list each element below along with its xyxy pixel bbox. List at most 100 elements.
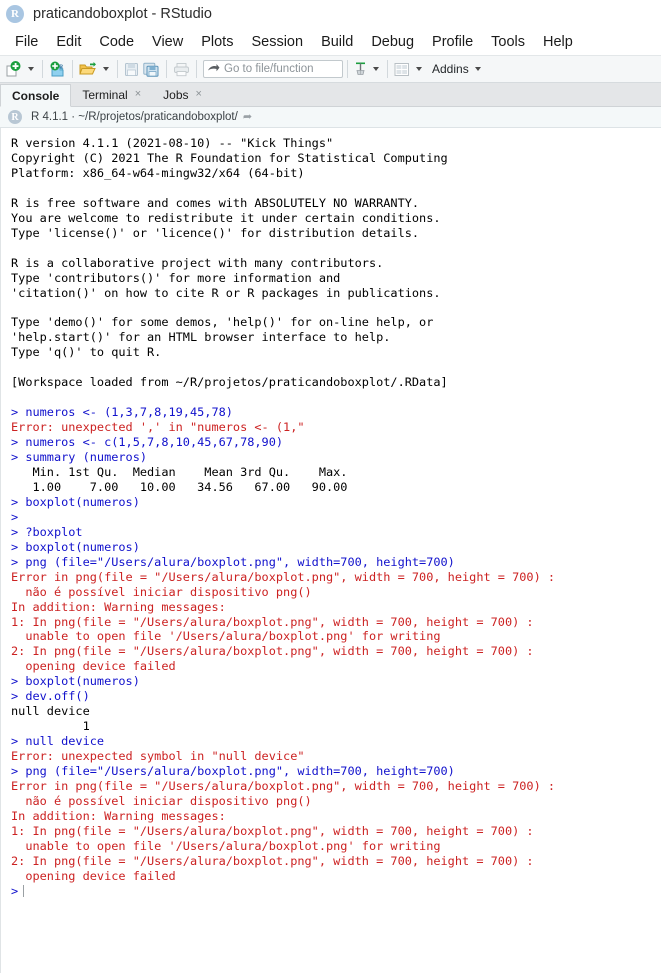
menu-item-file[interactable]: File	[6, 32, 47, 52]
printer-icon	[174, 62, 189, 76]
window-title: praticandoboxplot - RStudio	[33, 6, 212, 22]
console-line: Platform: x86_64-w64-mingw32/x64 (64-bit…	[11, 165, 305, 180]
addins-button[interactable]: Addins	[426, 58, 471, 80]
menu-bar: File Edit Code View Plots Session Build Debug Pr…	[0, 28, 661, 55]
console-line: Error: unexpected symbol in "null device…	[11, 749, 305, 764]
console-line: 1.00 7.00 10.00 34.56 67.00 90.00	[11, 479, 348, 494]
tab-label: Jobs	[163, 87, 189, 102]
save-button[interactable]	[122, 58, 141, 80]
pane-layout-dropdown-caret-icon[interactable]	[416, 67, 422, 71]
console-version-path: R 4.1.1 · ~/R/projetos/praticandoboxplot…	[31, 111, 238, 123]
pane-layout-icon	[394, 62, 409, 76]
toolbar-separator	[387, 60, 388, 78]
console-line: > png (file="/Users/alura/boxplot.png", …	[11, 764, 455, 779]
console-line: 'citation()' on how to cite R or R packa…	[11, 285, 441, 300]
tab-console[interactable]: Console	[0, 84, 72, 107]
console-line: >	[11, 509, 19, 524]
console-line: > numeros <- c(1,5,7,8,10,45,67,78,90)	[11, 435, 284, 450]
console-pane[interactable]: R version 4.1.1 (2021-08-10) -- "Kick Th…	[0, 128, 661, 973]
new-file-dropdown-caret-icon[interactable]	[28, 67, 34, 71]
addins-label: Addins	[432, 62, 469, 76]
console-line: opening device failed	[11, 659, 176, 674]
console-line: [Workspace loaded from ~/R/projetos/prat…	[11, 375, 448, 390]
menu-item-edit[interactable]: Edit	[47, 32, 90, 52]
menu-item-profile[interactable]: Profile	[423, 32, 482, 52]
toolbar-separator	[347, 60, 348, 78]
goto-placeholder-text: Go to file/function	[224, 63, 314, 75]
console-line: In addition: Warning messages:	[11, 599, 226, 614]
open-file-button[interactable]	[77, 58, 99, 80]
console-line: > boxplot(numeros)	[11, 494, 140, 509]
toolbar-separator	[166, 60, 167, 78]
workspace-button[interactable]	[352, 58, 369, 80]
workspace-dropdown-caret-icon[interactable]	[373, 67, 379, 71]
console-line: In addition: Warning messages:	[11, 808, 226, 823]
console-line: Type 'license()' or 'licence()' for dist…	[11, 225, 420, 240]
text-cursor	[23, 884, 25, 897]
close-icon[interactable]: ×	[196, 89, 202, 100]
save-disk-icon	[125, 62, 138, 76]
console-line: Type 'contributors()' for more informati…	[11, 270, 341, 285]
console-line: Min. 1st Qu. Median Mean 3rd Qu. Max.	[11, 464, 348, 479]
menu-item-session[interactable]: Session	[242, 32, 312, 52]
console-line: > null device	[11, 734, 105, 749]
menu-item-help[interactable]: Help	[534, 32, 582, 52]
addins-dropdown-caret-icon[interactable]	[474, 67, 481, 71]
tab-label: Terminal	[82, 87, 128, 102]
console-line: 2: In png(file = "/Users/alura/boxplot.p…	[11, 853, 534, 868]
pane-layout-button[interactable]	[392, 58, 412, 80]
console-prompt-line[interactable]: >	[11, 884, 661, 899]
console-line: Error in png(file = "/Users/alura/boxplo…	[11, 569, 556, 584]
new-project-icon: R	[50, 61, 64, 77]
console-line: > numeros <- (1,3,7,8,19,45,78)	[11, 405, 233, 420]
share-arrow-icon[interactable]: ➦	[243, 111, 252, 123]
menu-item-build[interactable]: Build	[312, 32, 362, 52]
console-line: opening device failed	[11, 868, 176, 883]
new-file-button[interactable]	[4, 58, 24, 80]
console-line: 2: In png(file = "/Users/alura/boxplot.p…	[11, 644, 534, 659]
tab-terminal[interactable]: Terminal ×	[71, 83, 152, 106]
pane-tabstrip: Console Terminal × Jobs ×	[0, 83, 661, 107]
console-line: > boxplot(numeros)	[11, 674, 140, 689]
console-header: R R 4.1.1 · ~/R/projetos/praticandoboxpl…	[0, 107, 661, 128]
tab-label: Console	[12, 88, 60, 103]
console-line: 1: In png(file = "/Users/alura/boxplot.p…	[11, 614, 534, 629]
console-line: You are welcome to redistribute it under…	[11, 210, 441, 225]
tab-jobs[interactable]: Jobs ×	[152, 83, 213, 106]
save-all-button[interactable]	[141, 58, 162, 80]
print-button[interactable]	[171, 58, 192, 80]
save-all-disks-icon	[143, 62, 159, 77]
new-project-button[interactable]: R	[47, 58, 68, 80]
toolbar-separator	[196, 60, 197, 78]
menu-item-debug[interactable]: Debug	[362, 32, 423, 52]
menu-item-code[interactable]: Code	[90, 32, 143, 52]
close-icon[interactable]: ×	[135, 89, 141, 100]
arrow-forward-icon	[208, 64, 220, 72]
console-line: R is free software and comes with ABSOLU…	[11, 195, 420, 210]
console-line: Type 'q()' to quit R.	[11, 345, 162, 360]
console-line: não é possível iniciar dispositivo png()	[11, 793, 312, 808]
console-line: null device	[11, 704, 90, 719]
window-titlebar: R praticandoboxplot - RStudio	[0, 0, 661, 28]
console-line: R is a collaborative project with many c…	[11, 255, 384, 270]
menu-item-plots[interactable]: Plots	[192, 32, 242, 52]
menu-item-tools[interactable]: Tools	[482, 32, 534, 52]
goto-file-function-input[interactable]: Go to file/function	[203, 60, 343, 78]
rstudio-logo-icon: R	[6, 5, 24, 23]
new-file-plus-icon	[6, 61, 21, 77]
toolbar-separator	[42, 60, 43, 78]
console-line: não é possível iniciar dispositivo png()	[11, 584, 312, 599]
console-line: > boxplot(numeros)	[11, 539, 140, 554]
console-line: 'help.start()' for an HTML browser inter…	[11, 330, 391, 345]
open-file-dropdown-caret-icon[interactable]	[103, 67, 109, 71]
menu-item-view[interactable]: View	[143, 32, 192, 52]
console-line: unable to open file '/Users/alura/boxplo…	[11, 838, 441, 853]
console-line: Error: unexpected ',' in "numeros <- (1,…	[11, 420, 305, 435]
console-line: Error in png(file = "/Users/alura/boxplo…	[11, 778, 556, 793]
console-output: R version 4.1.1 (2021-08-10) -- "Kick Th…	[11, 136, 661, 899]
console-line: Copyright (C) 2021 The R Foundation for …	[11, 150, 448, 165]
